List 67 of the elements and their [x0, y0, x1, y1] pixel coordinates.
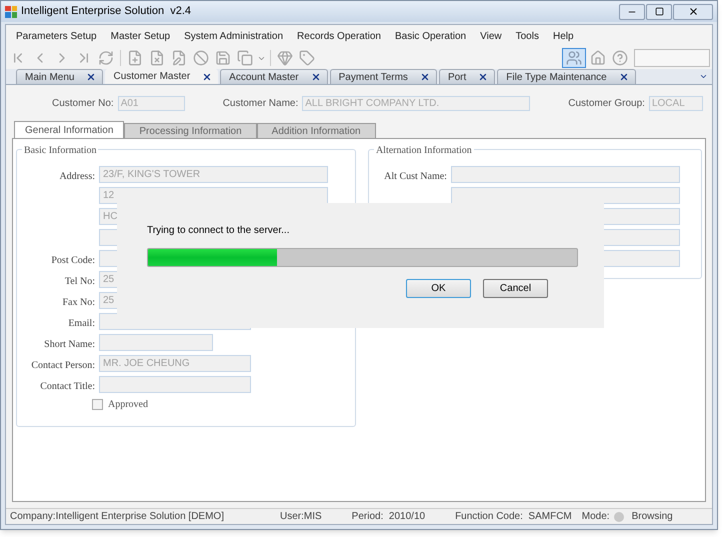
menu-item[interactable]: Parameters Setup	[16, 28, 97, 44]
search-field[interactable]	[634, 49, 710, 67]
menu-item[interactable]: Tools	[516, 28, 539, 44]
status-text: Company:Intelligent Enterprise Solution [DEMO]	[10, 510, 224, 524]
window-title: Intelligent Enterprise Solution v2.4	[21, 4, 191, 20]
form-tab[interactable]: General Information	[14, 121, 124, 138]
tab-label: Port	[448, 70, 466, 84]
document-tab[interactable]: Account Master	[220, 69, 328, 84]
status-text: User:MIS	[280, 510, 322, 524]
document-tab[interactable]: Main Menu	[16, 69, 104, 84]
menu-item[interactable]: Help	[552, 28, 574, 44]
users-icon[interactable]	[562, 48, 586, 68]
text-field[interactable]	[450, 166, 680, 183]
field-label: Alt Cust Name:	[384, 170, 447, 182]
form-tab[interactable]: Addition Information	[256, 123, 376, 138]
field-label: Address:	[59, 170, 95, 182]
field-label: Customer No:	[52, 96, 114, 110]
close-tab-icon[interactable]	[86, 72, 96, 82]
text-field[interactable]	[99, 334, 213, 351]
document-tab[interactable]: Customer Master	[105, 69, 218, 84]
dialog-button[interactable]: Cancel	[483, 279, 548, 298]
maximize-button[interactable]	[646, 4, 672, 20]
maximize-icon	[654, 7, 664, 16]
field-label: Email:	[68, 318, 95, 328]
mode-indicator-icon	[614, 512, 624, 522]
status-text: Period: 2010/10	[352, 510, 426, 524]
status-text: Mode:	[582, 510, 610, 524]
tab-label: Main Menu	[25, 70, 74, 84]
close-tab-icon[interactable]	[202, 72, 212, 82]
document-tab[interactable]: Payment Terms	[330, 69, 437, 84]
field-label: Tel No:	[64, 276, 95, 286]
status-text: Function Code: SAMFCM	[455, 510, 572, 524]
approved-checkbox[interactable]	[92, 399, 103, 410]
tab-label: Payment Terms	[338, 70, 408, 84]
menu-item[interactable]: Records Operation	[297, 28, 381, 44]
document-tab[interactable]: File Type Maintenance	[497, 69, 636, 84]
close-tab-icon[interactable]	[478, 72, 488, 82]
tab-label: Customer Master	[113, 70, 190, 84]
app-icon	[5, 6, 17, 18]
field-label: Contact Title:	[40, 380, 95, 392]
close-button[interactable]	[673, 4, 713, 20]
field-label: Customer Name:	[222, 96, 298, 110]
tab-label: File Type Maintenance	[506, 70, 607, 84]
document-tab[interactable]: Port	[438, 69, 496, 84]
field-label: Customer Group:	[568, 96, 645, 110]
field-label: Short Name:	[44, 338, 95, 350]
field-label: Fax No:	[62, 296, 95, 308]
close-icon	[688, 6, 698, 17]
dialog-button[interactable]: OK	[406, 279, 471, 298]
tab-list-icon[interactable]	[699, 72, 708, 81]
form-tab[interactable]: Processing Information	[124, 123, 257, 138]
menu-item[interactable]: View	[480, 28, 502, 44]
copy-icon[interactable]	[235, 48, 255, 68]
text-field[interactable]	[99, 376, 251, 393]
close-tab-icon[interactable]	[420, 72, 430, 82]
text-field[interactable]	[450, 187, 680, 204]
field-label: Post Code:	[51, 254, 95, 266]
menu-item[interactable]: Basic Operation	[394, 28, 466, 44]
close-tab-icon[interactable]	[618, 72, 629, 82]
menu-item[interactable]: Master Setup	[110, 28, 170, 44]
dialog-message: Trying to connect to the server...	[147, 224, 290, 238]
checkbox-label: Approved	[108, 398, 148, 412]
field-label: Contact Person:	[31, 360, 95, 370]
close-tab-icon[interactable]	[310, 72, 321, 82]
menu-item[interactable]: System Administration	[184, 28, 284, 44]
status-text: Browsing	[632, 510, 673, 524]
tab-label: Account Master	[229, 70, 299, 84]
